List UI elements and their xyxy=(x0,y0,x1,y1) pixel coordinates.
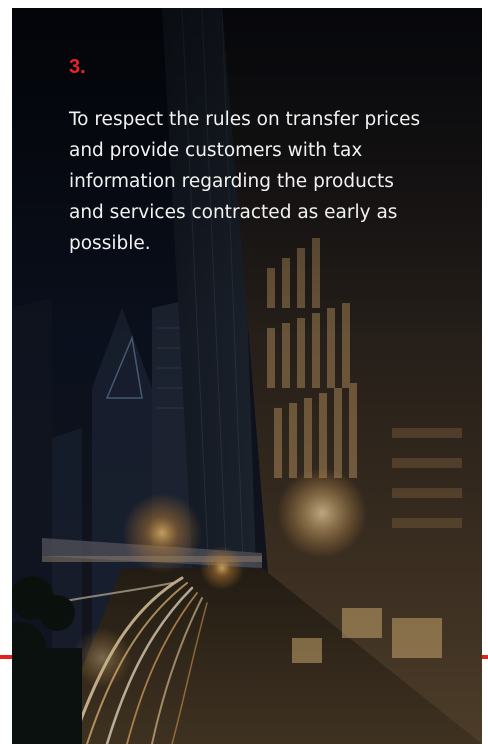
info-card: 3. To respect the rules on transfer pric… xyxy=(12,8,482,744)
step-number: 3. xyxy=(69,56,86,78)
text-block: 3. To respect the rules on transfer pric… xyxy=(69,52,429,259)
step-description: To respect the rules on transfer prices … xyxy=(69,109,421,254)
